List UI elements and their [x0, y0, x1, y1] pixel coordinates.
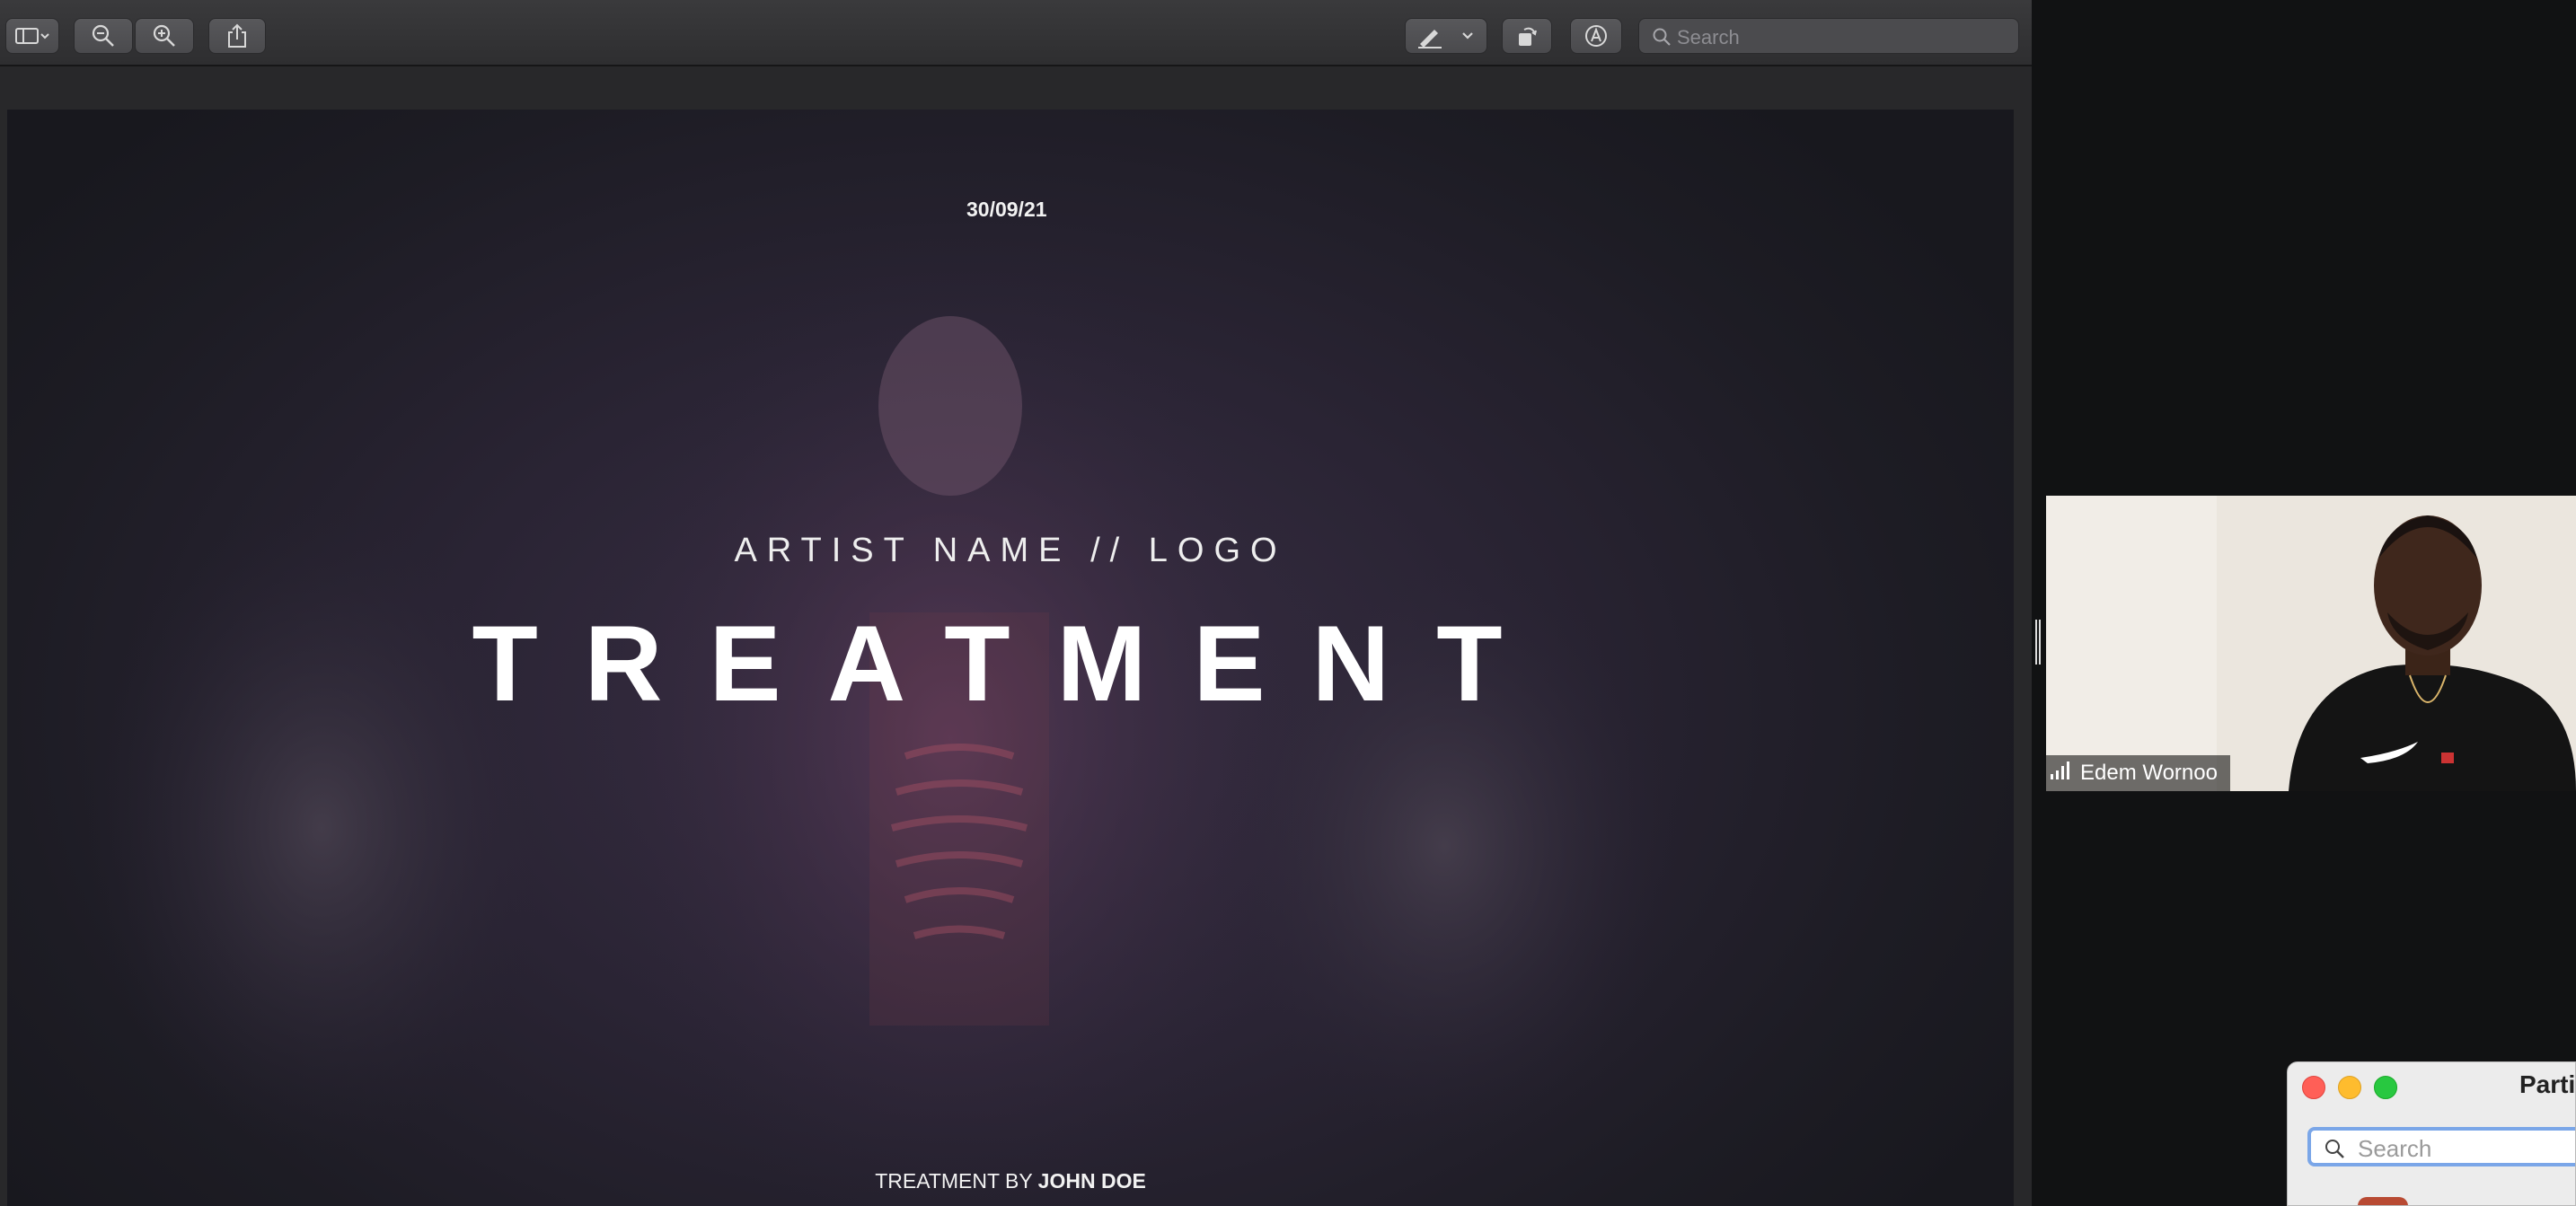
annotate-button[interactable]	[1570, 18, 1622, 54]
zoom-window-button[interactable]	[2374, 1076, 2397, 1099]
zoom-out-icon	[90, 22, 117, 49]
zoom-in-button[interactable]	[135, 18, 194, 54]
sidebar-toggle-button[interactable]	[5, 18, 59, 54]
signal-icon	[2050, 761, 2071, 787]
rotate-icon	[1513, 22, 1540, 49]
search-icon	[2324, 1138, 2345, 1164]
preview-window: Search 30/09/21 ARTIST NAME // LOGO TREA…	[0, 0, 2032, 1206]
share-icon	[225, 22, 249, 49]
markup-pen-button[interactable]	[1405, 18, 1487, 54]
search-icon	[1652, 27, 1672, 51]
toolbar: Search	[0, 0, 2032, 66]
close-window-button[interactable]	[2302, 1076, 2325, 1099]
search-placeholder: Search	[1677, 26, 1740, 48]
credit-prefix: TREATMENT BY	[875, 1169, 1033, 1193]
participants-search-placeholder: Search	[2358, 1135, 2432, 1162]
rotate-button[interactable]	[1502, 18, 1552, 54]
annotate-icon	[1583, 22, 1610, 49]
slide-title: TREATMENT	[472, 603, 1549, 724]
share-button[interactable]	[208, 18, 266, 54]
participant-video-tile[interactable]: Edem Wornoo	[2046, 496, 2576, 791]
credit-name: JOHN DOE	[1037, 1169, 1146, 1193]
zoom-in-icon	[151, 22, 178, 49]
participant-name-tag: Edem Wornoo	[2046, 755, 2230, 791]
participants-title: Parti	[2519, 1070, 2576, 1098]
participant-avatar	[2358, 1197, 2408, 1205]
panel-resize-handle[interactable]	[2035, 620, 2041, 665]
participant-name: Edem Wornoo	[2080, 761, 2218, 785]
search-field[interactable]: Search	[1638, 18, 2019, 54]
slide-credit: TREATMENT BY JOHN DOE	[7, 1169, 2014, 1193]
markup-pen-icon	[1415, 22, 1478, 49]
zoom-out-button[interactable]	[74, 18, 133, 54]
minimize-window-button[interactable]	[2338, 1076, 2361, 1099]
participants-window: Parti Search	[2287, 1061, 2576, 1206]
slide-date: 30/09/21	[966, 198, 1047, 221]
participants-search-input[interactable]: Search	[2307, 1127, 2575, 1166]
sidebar-icon	[14, 26, 50, 46]
participant-video-feed	[2046, 496, 2576, 791]
document-area: 30/09/21 ARTIST NAME // LOGO TREATMENT T…	[0, 66, 2032, 1206]
treatment-slide: 30/09/21 ARTIST NAME // LOGO TREATMENT T…	[7, 110, 2014, 1206]
slide-artist-line: ARTIST NAME // LOGO	[734, 532, 1287, 569]
